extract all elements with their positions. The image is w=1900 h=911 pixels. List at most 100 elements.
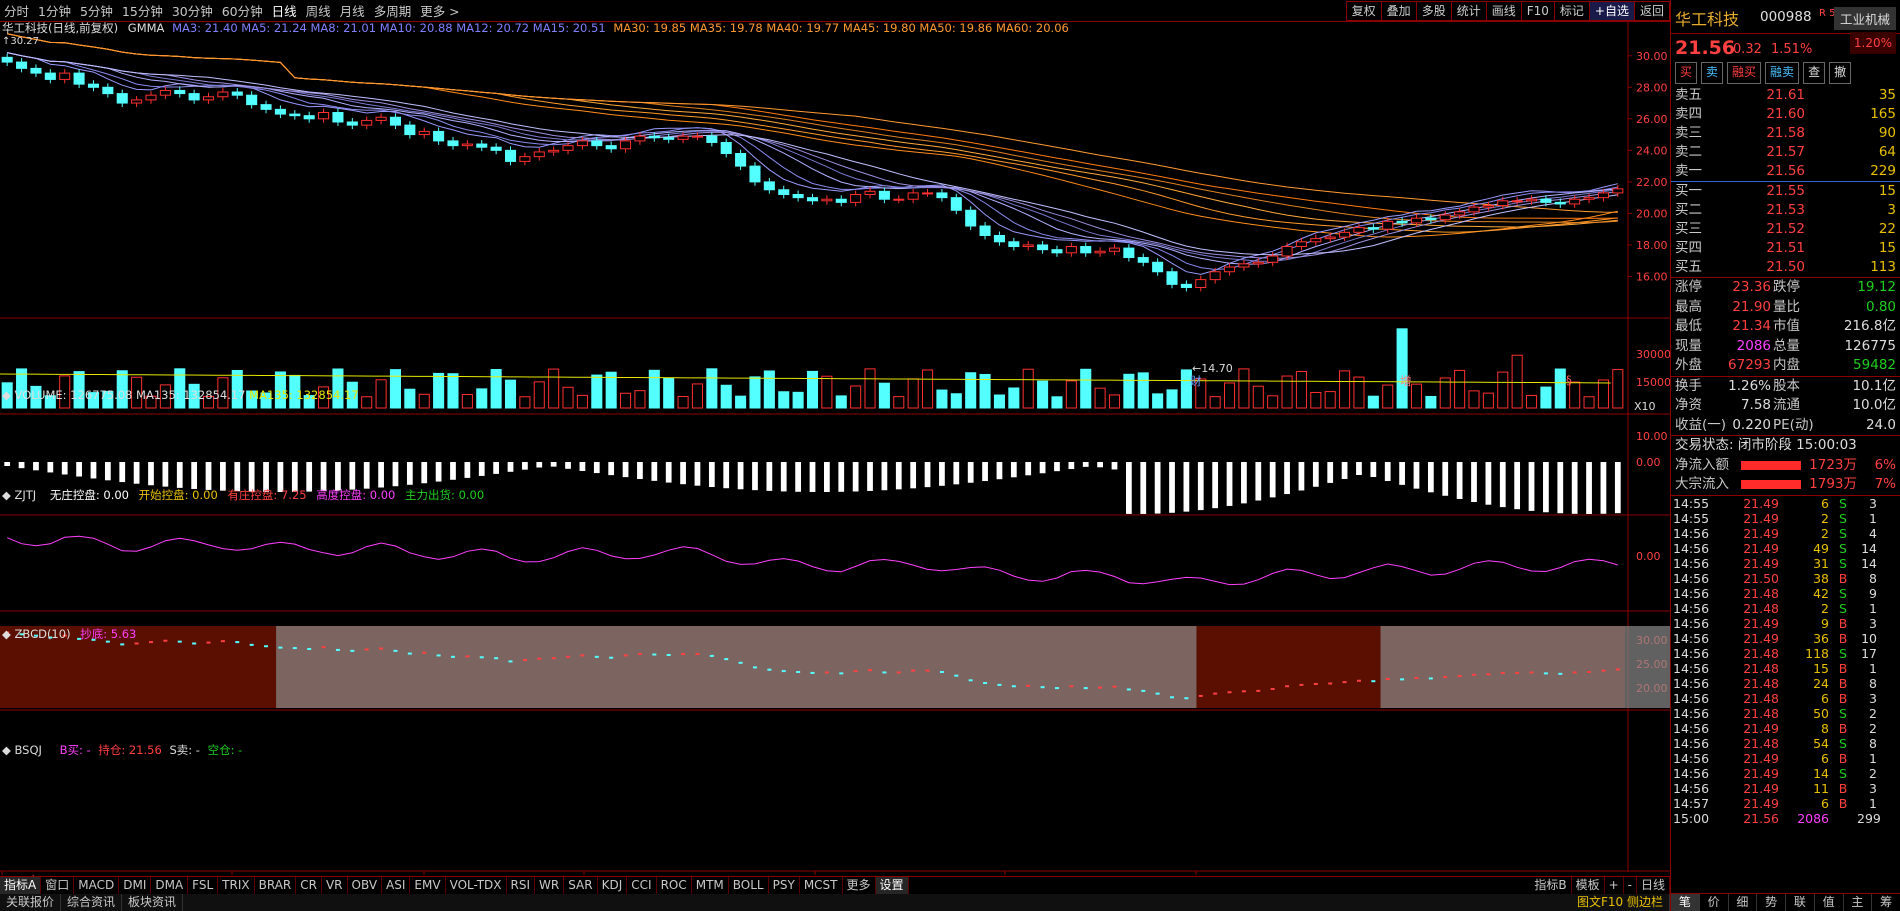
tick-volume: 50 (1813, 705, 1829, 721)
indicator-tab-0[interactable]: 指标A (0, 877, 42, 894)
kline-chart[interactable]: 30.00 28.00 26.00 24.00 22.00 20.00 18.00 16.00… (0, 22, 1670, 884)
indicator-tab-3[interactable]: DMI (119, 877, 152, 894)
side-tab-1[interactable]: 价 (1700, 894, 1729, 911)
indicator-tab-15[interactable]: WR (535, 877, 565, 894)
indicator-tab-18[interactable]: CCI (627, 877, 657, 894)
indicator-tab-16[interactable]: SAR (564, 877, 598, 894)
indicator-right-2[interactable]: + (1605, 877, 1624, 894)
period-tab-3[interactable]: 15分钟 (122, 1, 163, 20)
asks-row[interactable]: 卖四 21.60 165 (1671, 105, 1900, 124)
indicator-tab-20[interactable]: MTM (692, 877, 729, 894)
tick-list[interactable]: 14:55 21.49 6 S 3 14:55 21.49 2 S 1 14:56 21.49 2 S 4 1… (1671, 496, 1900, 826)
status-tab-1[interactable]: 综合资讯 (61, 894, 123, 911)
indicator-right-0[interactable]: 指标B (1530, 877, 1572, 894)
indicator-tab-1[interactable]: 窗口 (41, 877, 75, 894)
tool-button-6[interactable]: 标记 (1553, 1, 1590, 21)
bids-row[interactable]: 买五 21.50 113 (1671, 258, 1900, 277)
tool-button-7[interactable]: +自选 (1588, 1, 1635, 21)
indicator-right-4[interactable]: 日线 (1637, 877, 1670, 894)
side-tab-7[interactable]: 筹 (1872, 894, 1900, 911)
tool-button-2[interactable]: 多股 (1415, 1, 1452, 21)
trade-btn-2[interactable]: 融买 (1727, 62, 1762, 84)
bsqj-candle (781, 670, 786, 673)
period-tab-9[interactable]: 多周期 (374, 1, 412, 20)
indicator-tab-7[interactable]: BRAR (255, 877, 297, 894)
asks-row[interactable]: 卖二 21.57 64 (1671, 143, 1900, 162)
candle-body (620, 140, 632, 150)
candle-body (1065, 246, 1077, 254)
period-tab-8[interactable]: 月线 (340, 1, 365, 20)
side-tab-6[interactable]: 主 (1844, 894, 1873, 911)
tick-side: S (1839, 495, 1847, 511)
bids-row[interactable]: 买一 21.55 15 (1671, 182, 1900, 201)
indicator-tab-4[interactable]: DMA (151, 877, 189, 894)
indicator-tab-2[interactable]: MACD (74, 877, 120, 894)
indicator-tab-22[interactable]: PSY (769, 877, 800, 894)
zjtj-bar-down (637, 462, 643, 480)
side-tab-0[interactable]: 笔 (1671, 894, 1700, 911)
indicator-tab-21[interactable]: BOLL (729, 877, 769, 894)
indicator-tab-10[interactable]: OBV (348, 877, 383, 894)
indicator-tab-11[interactable]: ASI (382, 877, 411, 894)
indicator-tab-24[interactable]: 更多 (843, 877, 876, 894)
asks-row[interactable]: 卖一 21.56 229 (1671, 162, 1900, 181)
zjtj-bar-down (665, 462, 672, 483)
tool-button-3[interactable]: 统计 (1450, 1, 1487, 21)
bids-row[interactable]: 买三 21.52 22 (1671, 220, 1900, 239)
tool-button-4[interactable]: 画线 (1485, 1, 1522, 21)
period-tab-0[interactable]: 分时 (4, 1, 29, 20)
stat-key: 涨停 (1675, 279, 1702, 295)
period-tab-7[interactable]: 周线 (306, 1, 331, 20)
side-tab-4[interactable]: 联 (1786, 894, 1815, 911)
indicator-tab-9[interactable]: VR (322, 877, 348, 894)
trade-btn-5[interactable]: 撤 (1829, 62, 1852, 84)
indicator-tab-19[interactable]: ROC (657, 877, 692, 894)
trade-btn-3[interactable]: 融卖 (1765, 62, 1800, 84)
period-tab-4[interactable]: 30分钟 (172, 1, 213, 20)
indicator-tab-13[interactable]: VOL-TDX (446, 877, 507, 894)
tool-button-8[interactable]: 返回 (1633, 1, 1670, 21)
status-tab-0[interactable]: 关联报价 (0, 894, 62, 911)
chart-area[interactable]: 30.00 28.00 26.00 24.00 22.00 20.00 18.00 16.00… (0, 21, 1670, 884)
indicator-right-1[interactable]: 模板 (1572, 877, 1605, 894)
tool-button-0[interactable]: 复权 (1345, 1, 1382, 21)
marker-section[interactable]: § (1566, 373, 1572, 387)
status-tab-2[interactable]: 板块资讯 (122, 894, 184, 911)
marker-increase[interactable]: 增 (1400, 373, 1412, 389)
indicator-tab-6[interactable]: TRIX (218, 877, 255, 894)
period-tab-6[interactable]: 日线 (272, 1, 297, 20)
bids-row[interactable]: 买四 21.51 15 (1671, 239, 1900, 258)
trade-btn-0[interactable]: 买 (1675, 62, 1698, 84)
asks-row[interactable]: 卖三 21.58 90 (1671, 124, 1900, 143)
indicator-tab-12[interactable]: EMV (410, 877, 446, 894)
bids-row[interactable]: 买二 21.53 3 (1671, 201, 1900, 220)
marker-finance[interactable]: 财 (1190, 373, 1202, 389)
asks-row[interactable]: 卖五 21.61 35 (1671, 86, 1900, 105)
status-tab-3[interactable]: 图文F10 侧边栏 (1571, 894, 1670, 911)
side-tab-3[interactable]: 势 (1757, 894, 1786, 911)
side-tab-5[interactable]: 值 (1815, 894, 1844, 911)
tool-button-5[interactable]: F10 (1520, 1, 1555, 21)
indicator-right-3[interactable]: - (1624, 877, 1637, 894)
candle-body (59, 72, 71, 80)
tick-price: 21.49 (1743, 495, 1779, 511)
indicator-tab-23[interactable]: MCST (800, 877, 843, 894)
period-tab-5[interactable]: 60分钟 (222, 1, 263, 20)
stat-key2: 跌停 (1773, 279, 1800, 295)
trade-btn-4[interactable]: 查 (1803, 62, 1826, 84)
indicator-tab-25[interactable]: 设置 (875, 877, 909, 894)
tool-button-1[interactable]: 叠加 (1380, 1, 1417, 21)
period-tab-1[interactable]: 1分钟 (38, 1, 71, 20)
indicator-tab-17[interactable]: KDJ (598, 877, 628, 894)
stat-row: 现量 2086 总量 126775 (1671, 337, 1900, 357)
period-tab-10[interactable]: 更多 > (420, 1, 459, 20)
period-tab-2[interactable]: 5分钟 (80, 1, 113, 20)
indicator-tab-8[interactable]: CR (296, 877, 322, 894)
volume-bar (375, 379, 387, 409)
stock-name[interactable]: 华工科技 (1675, 6, 1739, 30)
industry-badge[interactable]: 工业机械 (1833, 7, 1896, 30)
indicator-tab-14[interactable]: RSI (507, 877, 536, 894)
side-tab-2[interactable]: 细 (1729, 894, 1758, 911)
trade-btn-1[interactable]: 卖 (1701, 62, 1724, 84)
indicator-tab-5[interactable]: FSL (188, 877, 219, 894)
